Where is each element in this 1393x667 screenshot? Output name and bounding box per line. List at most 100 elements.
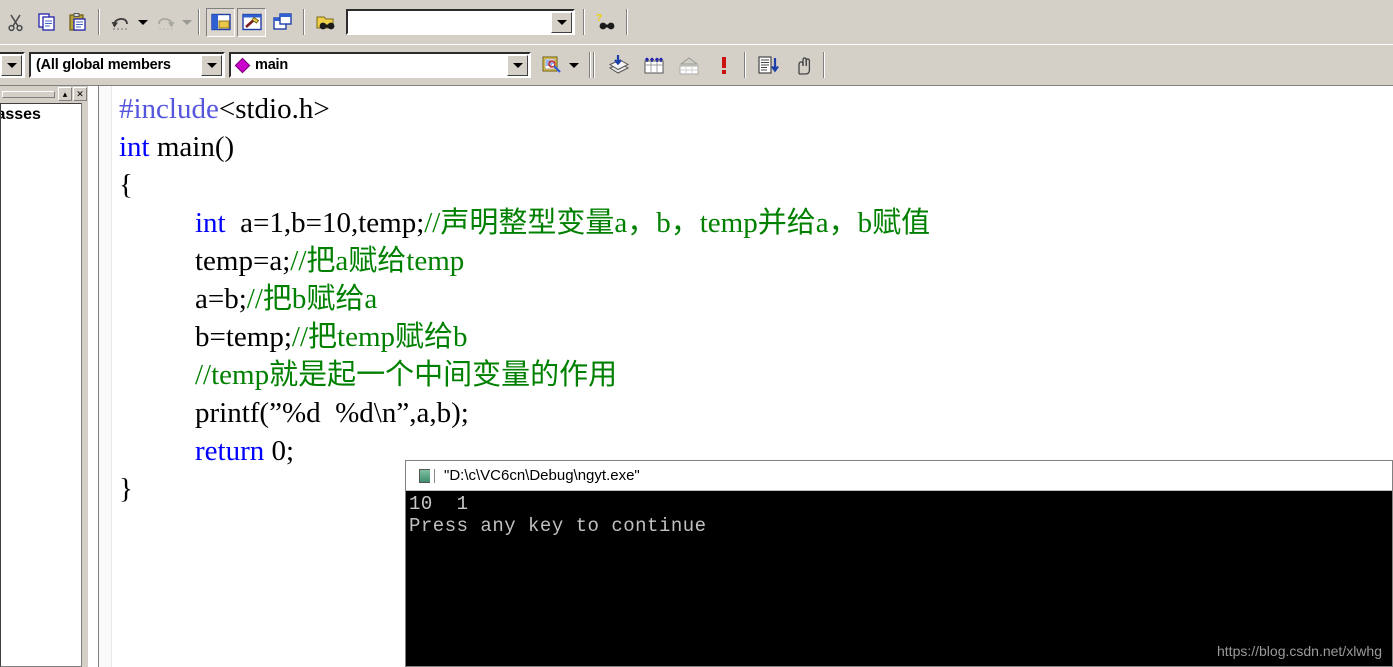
toolbar-separator [626, 9, 628, 35]
class-combo-dropdown-arrow-icon[interactable] [1, 55, 22, 76]
redo-dropdown-arrow-icon [180, 9, 193, 35]
compile-icon[interactable] [604, 51, 633, 80]
classwizard-icon[interactable] [537, 51, 566, 80]
build-icon[interactable] [639, 51, 668, 80]
find-in-files-icon-glyph [316, 16, 334, 30]
toolbar-separator [593, 52, 595, 78]
search-help-icon[interactable]: ? [591, 8, 620, 37]
code-token: //把temp赋给b [291, 321, 468, 353]
svg-text:?: ? [596, 13, 602, 24]
redo-icon-glyph [157, 18, 174, 30]
toolbar-separator [98, 9, 100, 35]
toolbar-separator [744, 52, 746, 78]
insert-breakpoint-icon[interactable] [788, 51, 817, 80]
console-output-line: Press any key to continue [409, 515, 707, 537]
code-line: int main() [119, 128, 930, 166]
editor-gutter[interactable] [99, 86, 112, 667]
workspace-classview-label: lasses [1, 106, 41, 123]
go-icon[interactable] [753, 51, 782, 80]
members-combo-dropdown-arrow-icon[interactable] [201, 55, 222, 76]
code-token: printf(”%d %d\n”,a,b); [195, 397, 469, 429]
code-line: printf(”%d %d\n”,a,b); [119, 394, 930, 432]
toolbar-separator [823, 52, 825, 78]
output-icon[interactable] [237, 7, 266, 37]
find-combo[interactable] [346, 9, 575, 35]
standard-toolbar: ? [0, 0, 1393, 45]
code-token: <stdio.h> [218, 93, 330, 125]
copy-icon[interactable] [32, 8, 61, 37]
console-window-title: "D:\c\VC6cn\Debug\ngyt.exe" [444, 467, 640, 484]
workspace-pane: ▴ ✕ lasses [0, 86, 88, 667]
undo-dropdown-arrow-icon[interactable] [136, 9, 149, 35]
console-output-text: 10 1 Press any key to continue [409, 493, 707, 537]
symbol-combo-dropdown-arrow-icon[interactable] [507, 55, 528, 76]
copy-icon-glyph [37, 13, 55, 31]
toolbar-separator [303, 9, 305, 35]
vc6-ide-window: ? (All global members main ▴ ✕ sses #inc… [0, 0, 1393, 667]
code-line: //temp就是起一个中间变量的作用 [119, 356, 930, 394]
pane-gripper[interactable] [2, 90, 55, 98]
code-token: //声明整型变量a，b，temp并给a，b赋值 [424, 207, 931, 239]
code-token: 0; [264, 435, 295, 467]
code-token: b=temp; [195, 321, 292, 353]
code-line: a=b;//把b赋给a [119, 280, 930, 318]
compile-icon-glyph [608, 55, 629, 74]
go-icon-glyph [757, 56, 779, 74]
code-token: #include [119, 93, 219, 125]
minimize-pane-button[interactable]: ▴ [58, 87, 72, 101]
console-output-line: 10 1 [409, 493, 469, 515]
code-token: temp=a; [195, 245, 291, 277]
redo-icon [150, 8, 179, 37]
wizardbar-toolbar: (All global members main [0, 45, 1393, 86]
symbol-combo[interactable]: main [229, 52, 531, 78]
console-window[interactable]: "D:\c\VC6cn\Debug\ngyt.exe" 10 1 Press an… [405, 460, 1393, 667]
diamond-member-icon [234, 57, 251, 73]
cut-icon[interactable] [1, 8, 30, 37]
source-code[interactable]: #include<stdio.h> int main(){int a=1,b=10… [119, 90, 930, 508]
insert-breakpoint-icon-glyph [797, 57, 810, 75]
build-icon-glyph [644, 57, 663, 74]
code-line: b=temp;//把temp赋给b [119, 318, 930, 356]
paste-icon-glyph [68, 13, 86, 31]
workspace-icon-glyph [210, 13, 231, 31]
code-token: } [119, 473, 133, 505]
stop-build-icon-glyph [679, 57, 698, 75]
code-token: { [119, 169, 133, 201]
close-pane-button[interactable]: ✕ [73, 87, 87, 101]
workspace-pane-body[interactable]: lasses [0, 103, 82, 667]
code-token: //把a赋给temp [290, 245, 465, 277]
code-token: int [195, 207, 226, 239]
cut-icon-glyph [7, 14, 23, 32]
find-combo-dropdown-arrow-icon[interactable] [551, 12, 572, 33]
code-token: //把b赋给a [246, 283, 378, 315]
code-token: a=1,b=10,temp; [225, 207, 425, 239]
code-token: a=b; [195, 283, 247, 315]
code-line: int a=1,b=10,temp;//声明整型变量a，b，temp并给a，b赋… [119, 204, 930, 242]
toolbar-separator [583, 9, 585, 35]
undo-icon[interactable] [106, 8, 135, 37]
console-titlebar[interactable]: "D:\c\VC6cn\Debug\ngyt.exe" [406, 461, 1392, 491]
workspace-icon[interactable] [206, 7, 235, 37]
code-token: int [119, 131, 150, 163]
code-line: #include<stdio.h> [119, 90, 930, 128]
paste-icon[interactable] [63, 8, 92, 37]
code-token: //temp就是起一个中间变量的作用 [195, 359, 618, 391]
undo-icon-glyph [111, 18, 128, 30]
find-in-files-icon[interactable] [311, 8, 340, 37]
window-list-icon-glyph [272, 13, 292, 30]
execute-program-icon[interactable] [709, 51, 738, 80]
toolbar-separator [198, 9, 200, 35]
search-help-icon-glyph: ? [596, 13, 614, 30]
classwizard-dropdown-arrow-icon[interactable] [567, 52, 580, 78]
watermark-text: https://blog.csdn.net/xlwhg [1217, 643, 1382, 659]
code-token: return [195, 435, 265, 467]
code-token: main() [149, 131, 235, 163]
stop-build-icon [674, 51, 703, 80]
console-output-area[interactable]: 10 1 Press any key to continue [406, 492, 1392, 666]
symbol-combo-value: main [255, 57, 289, 73]
class-combo[interactable] [0, 52, 25, 78]
execute-program-icon-glyph [721, 57, 726, 74]
window-list-icon[interactable] [268, 8, 297, 37]
members-combo[interactable]: (All global members [29, 52, 225, 78]
members-combo-value: (All global members [36, 57, 171, 73]
